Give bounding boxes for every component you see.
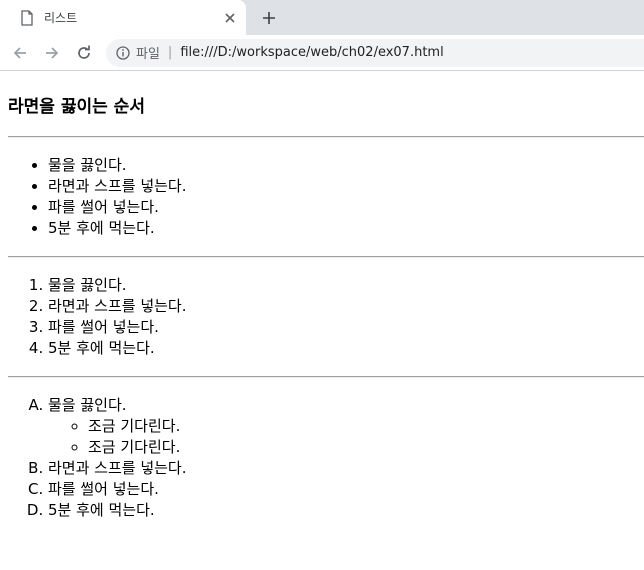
address-bar[interactable]: 파일 | file:///D:/workspace/web/ch02/ex07.… [106,38,644,67]
list-item: 파를 썰어 넣는다. [48,479,636,500]
document-icon [20,9,34,26]
list-item: 라면과 스프를 넣는다. [48,176,636,197]
alpha-list: 물을 끓인다. 조금 기다린다. 조금 기다린다. 라면과 스프를 넣는다. 파… [8,395,636,521]
list-item: 파를 썰어 넣는다. [48,317,636,338]
list-item: 5분 후에 먹는다. [48,218,636,239]
nested-list-item: 조금 기다린다. [88,416,636,437]
reload-icon[interactable] [72,41,96,65]
scheme-label: 파일 [136,47,160,62]
list-item: 5분 후에 먹는다. [48,500,636,521]
page-title: 라면을 끓이는 순서 [8,97,145,117]
nested-list: 조금 기다린다. 조금 기다린다. [48,416,636,458]
arrow-right-icon[interactable] [40,41,64,65]
arrow-left-icon[interactable] [8,41,32,65]
list-item: 5분 후에 먹는다. [48,338,636,359]
unordered-list: 물을 끓인다. 라면과 스프를 넣는다. 파를 썰어 넣는다. 5분 후에 먹는… [8,155,636,239]
page-content: 라면을 끓이는 순서 물을 끓인다. 라면과 스프를 넣는다. 파를 썰어 넣는… [0,92,644,521]
plus-icon[interactable] [258,7,280,29]
list-item: 물을 끓인다. [48,275,636,296]
browser-chrome: 리스트 파일 | file:///D:/workspace/web/ch02/e… [0,0,644,71]
list-item: 라면과 스프를 넣는다. [48,296,636,317]
list-item: 파를 썰어 넣는다. [48,197,636,218]
nested-list-item: 조금 기다린다. [88,437,636,458]
url-text: file:///D:/workspace/web/ch02/ex07.html [180,45,444,60]
list-item: 물을 끓인다. [48,155,636,176]
info-icon[interactable] [116,45,130,60]
close-icon[interactable] [222,10,238,26]
list-item: 라면과 스프를 넣는다. [48,458,636,479]
divider [8,376,644,378]
ordered-list: 물을 끓인다. 라면과 스프를 넣는다. 파를 썰어 넣는다. 5분 후에 먹는… [8,275,636,359]
list-item-text: 물을 끓인다. [48,396,127,414]
browser-tab[interactable]: 리스트 [0,0,246,35]
tab-title: 리스트 [44,11,78,25]
divider [8,136,644,138]
divider [8,256,644,258]
browser-toolbar: 파일 | file:///D:/workspace/web/ch02/ex07.… [0,35,644,70]
omnibox-separator: | [167,45,173,60]
list-item: 물을 끓인다. 조금 기다린다. 조금 기다린다. [48,395,636,458]
